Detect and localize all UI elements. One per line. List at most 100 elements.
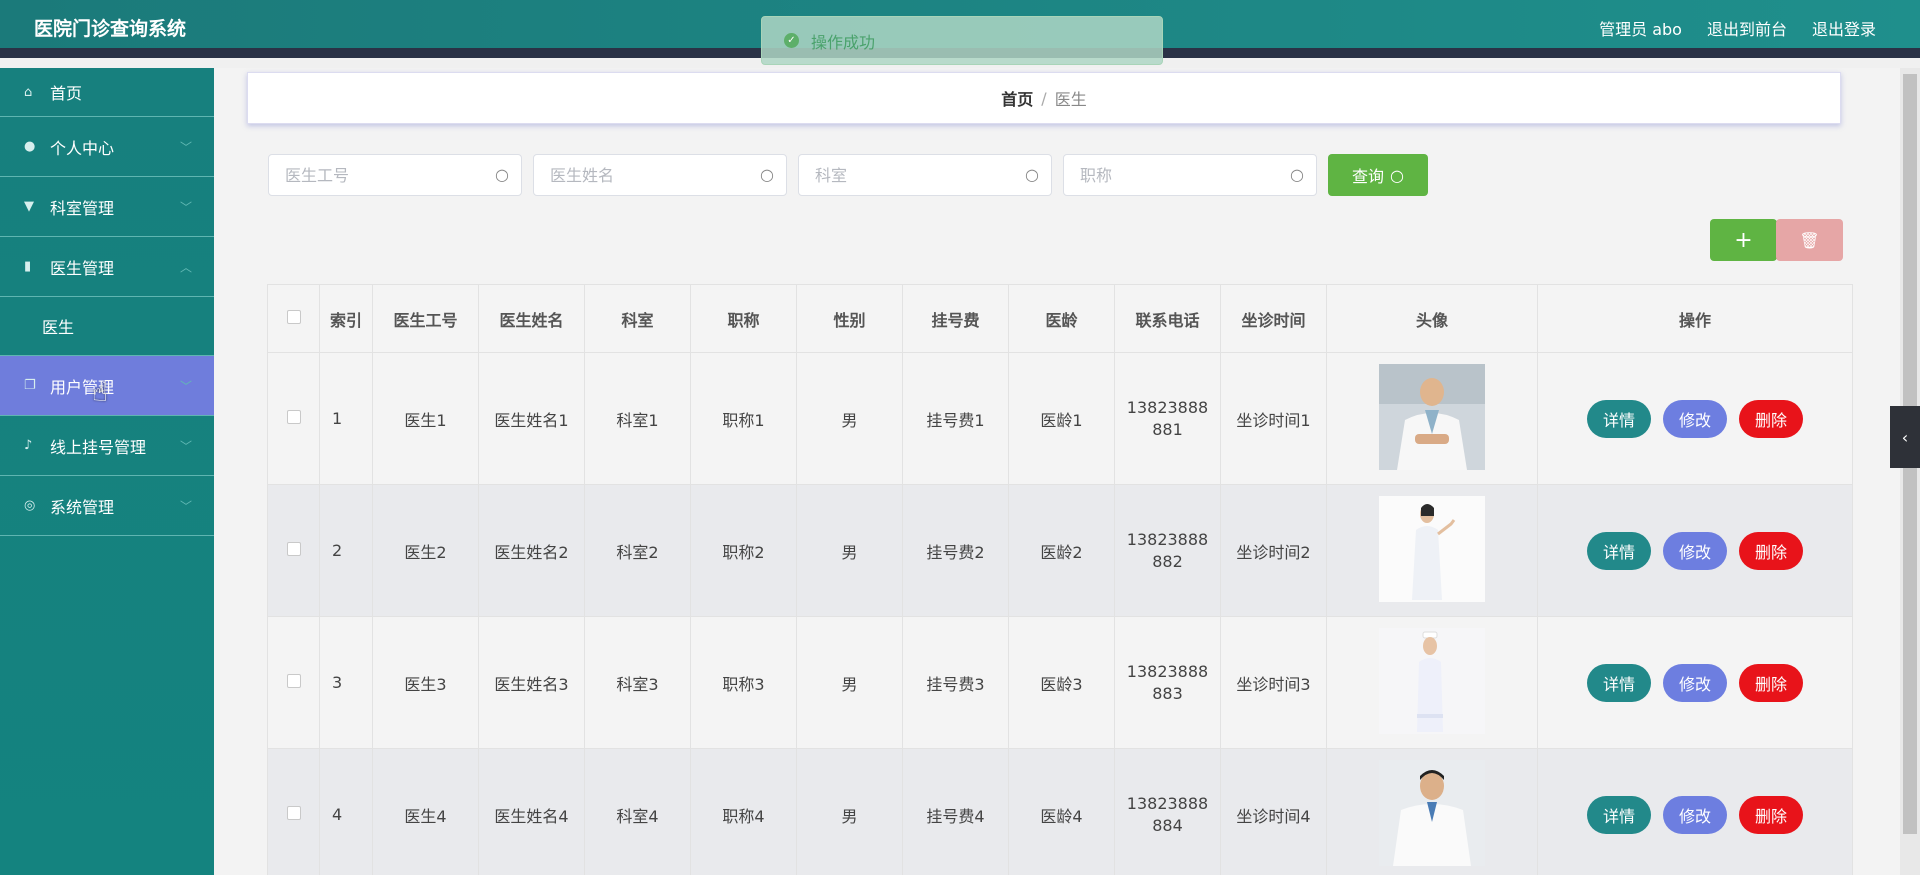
row-checkbox[interactable] xyxy=(286,806,301,820)
doctor-name-field: ○ xyxy=(533,154,787,196)
home-icon: ⌂ xyxy=(24,84,33,100)
time-cell: 坐诊时间2 xyxy=(1220,484,1327,617)
chevron-left-icon: ‹ xyxy=(1901,427,1909,447)
trash-icon: 🗑 xyxy=(1799,230,1820,250)
plus-icon: + xyxy=(1734,227,1753,253)
index-cell: 2 xyxy=(319,484,373,617)
sidebar-item-doctor-management[interactable]: ▮ 医生管理 ︿ xyxy=(0,237,214,297)
dept-icon: ▼ xyxy=(24,199,34,214)
edit-button[interactable]: 修改 xyxy=(1663,399,1727,438)
index-cell: 4 xyxy=(319,748,373,875)
compass-icon: ◎ xyxy=(24,498,36,513)
phone-part: 13823888 xyxy=(1126,661,1209,681)
years-cell: 医龄1 xyxy=(1008,352,1115,485)
search-icon: ○ xyxy=(1290,165,1304,184)
title-cell: 职称3 xyxy=(690,616,797,749)
search-icon: ○ xyxy=(1025,165,1039,184)
chevron-down-icon: ﹀ xyxy=(179,439,192,453)
sidebar-item-label: 个人中心 xyxy=(50,138,115,158)
index-cell: 3 xyxy=(319,616,373,749)
copy-icon: ❐ xyxy=(24,378,36,393)
dept-cell: 科室4 xyxy=(584,748,691,875)
check-circle-icon: ✓ xyxy=(784,33,799,48)
edit-button[interactable]: 修改 xyxy=(1663,531,1727,570)
chevron-down-icon: ﹀ xyxy=(179,200,192,214)
row-actions: 详情 修改 删除 xyxy=(1538,795,1852,834)
column-header: 医生工号 xyxy=(372,284,479,353)
sidebar-item-personal-center[interactable]: ● 个人中心 ﹀ xyxy=(0,117,214,177)
detail-button[interactable]: 详情 xyxy=(1587,663,1651,702)
sidebar-subitem-doctor[interactable]: 医生 xyxy=(0,297,214,356)
detail-button[interactable]: 详情 xyxy=(1587,531,1651,570)
dept-input[interactable] xyxy=(799,155,1051,195)
gender-cell: 男 xyxy=(796,748,903,875)
column-header: 医龄 xyxy=(1008,284,1115,353)
detail-button[interactable]: 详情 xyxy=(1587,795,1651,834)
delete-button[interactable]: 删除 xyxy=(1739,399,1803,438)
table-row: 1 医生1 医生姓名1 科室1 职称1 男 挂号费1 医龄1 13823888 8… xyxy=(267,352,1853,485)
delete-button[interactable]: 删除 xyxy=(1739,795,1803,834)
fee-cell: 挂号费3 xyxy=(902,616,1009,749)
phone-part: 882 xyxy=(1152,551,1183,571)
phone-part: 884 xyxy=(1152,815,1183,835)
title-input[interactable] xyxy=(1064,155,1316,195)
sidebar-item-label: 系统管理 xyxy=(50,497,115,517)
row-checkbox[interactable] xyxy=(286,542,301,556)
doctor-name-input[interactable] xyxy=(534,155,786,195)
person-icon: ● xyxy=(24,139,36,154)
doctor-name-cell: 医生姓名1 xyxy=(478,352,585,485)
row-actions: 详情 修改 删除 xyxy=(1538,663,1852,702)
phone-cell: 13823888 882 xyxy=(1114,484,1221,617)
dept-cell: 科室3 xyxy=(584,616,691,749)
edit-button[interactable]: 修改 xyxy=(1663,663,1727,702)
doctor-table: 索引 医生工号 医生姓名 科室 职称 性别 挂号费 医龄 联系电话 坐诊时间 头… xyxy=(267,284,1853,875)
collapse-panel-tab[interactable]: ‹ xyxy=(1890,406,1920,468)
sidebar-item-label: 首页 xyxy=(50,84,83,103)
doctor-id-input[interactable] xyxy=(269,155,521,195)
search-icon: ○ xyxy=(495,165,509,184)
years-cell: 医龄2 xyxy=(1008,484,1115,617)
row-checkbox[interactable] xyxy=(286,674,301,688)
batch-delete-button[interactable]: 🗑 xyxy=(1776,219,1843,261)
title-cell: 职称1 xyxy=(690,352,797,485)
logout-link[interactable]: 退出登录 xyxy=(1812,16,1876,40)
column-header: 挂号费 xyxy=(902,284,1009,353)
search-bar: ○ ○ ○ ○ 查询 ○ xyxy=(268,154,1428,196)
toast-message: 操作成功 xyxy=(811,32,876,52)
sidebar-item-dept-management[interactable]: ▼ 科室管理 ﹀ xyxy=(0,177,214,237)
doctor-id-cell: 医生3 xyxy=(372,616,479,749)
row-select-cell xyxy=(267,484,320,617)
page-scrollbar[interactable] xyxy=(1900,68,1920,875)
column-header: 性别 xyxy=(796,284,903,353)
phone-part: 881 xyxy=(1152,419,1183,439)
success-toast: ✓ 操作成功 xyxy=(761,16,1163,65)
years-cell: 医龄3 xyxy=(1008,616,1115,749)
detail-button[interactable]: 详情 xyxy=(1587,399,1651,438)
time-cell: 坐诊时间3 xyxy=(1220,616,1327,749)
avatar-cell xyxy=(1326,616,1538,749)
chart-icon: ▮ xyxy=(24,259,32,274)
add-button[interactable]: + xyxy=(1710,219,1777,261)
delete-button[interactable]: 删除 xyxy=(1739,663,1803,702)
query-button[interactable]: 查询 ○ xyxy=(1328,154,1428,196)
select-all-checkbox[interactable] xyxy=(286,310,301,324)
bell-icon: ♪ xyxy=(24,438,33,453)
search-icon: ○ xyxy=(760,165,774,184)
header-links: 管理员 abo 退出到前台 退出登录 xyxy=(1599,16,1876,40)
current-user[interactable]: 管理员 abo xyxy=(1599,16,1682,40)
sidebar-item-online-registration[interactable]: ♪ 线上挂号管理 ﹀ xyxy=(0,416,214,476)
sidebar-item-label: 科室管理 xyxy=(50,198,115,218)
row-checkbox[interactable] xyxy=(286,410,301,424)
edit-button[interactable]: 修改 xyxy=(1663,795,1727,834)
sidebar-item-label: 线上挂号管理 xyxy=(50,437,147,457)
table-header-row: 索引 医生工号 医生姓名 科室 职称 性别 挂号费 医龄 联系电话 坐诊时间 头… xyxy=(267,284,1853,353)
breadcrumb-home[interactable]: 首页 xyxy=(1001,86,1033,110)
title-field: ○ xyxy=(1063,154,1317,196)
back-to-front-link[interactable]: 退出到前台 xyxy=(1707,16,1787,40)
delete-button[interactable]: 删除 xyxy=(1739,531,1803,570)
column-header: 联系电话 xyxy=(1114,284,1221,353)
doctor-name-cell: 医生姓名2 xyxy=(478,484,585,617)
index-cell: 1 xyxy=(319,352,373,485)
sidebar-item-system-management[interactable]: ◎ 系统管理 ﹀ xyxy=(0,476,214,536)
sidebar-item-home[interactable]: ⌂ 首页 xyxy=(0,68,214,117)
